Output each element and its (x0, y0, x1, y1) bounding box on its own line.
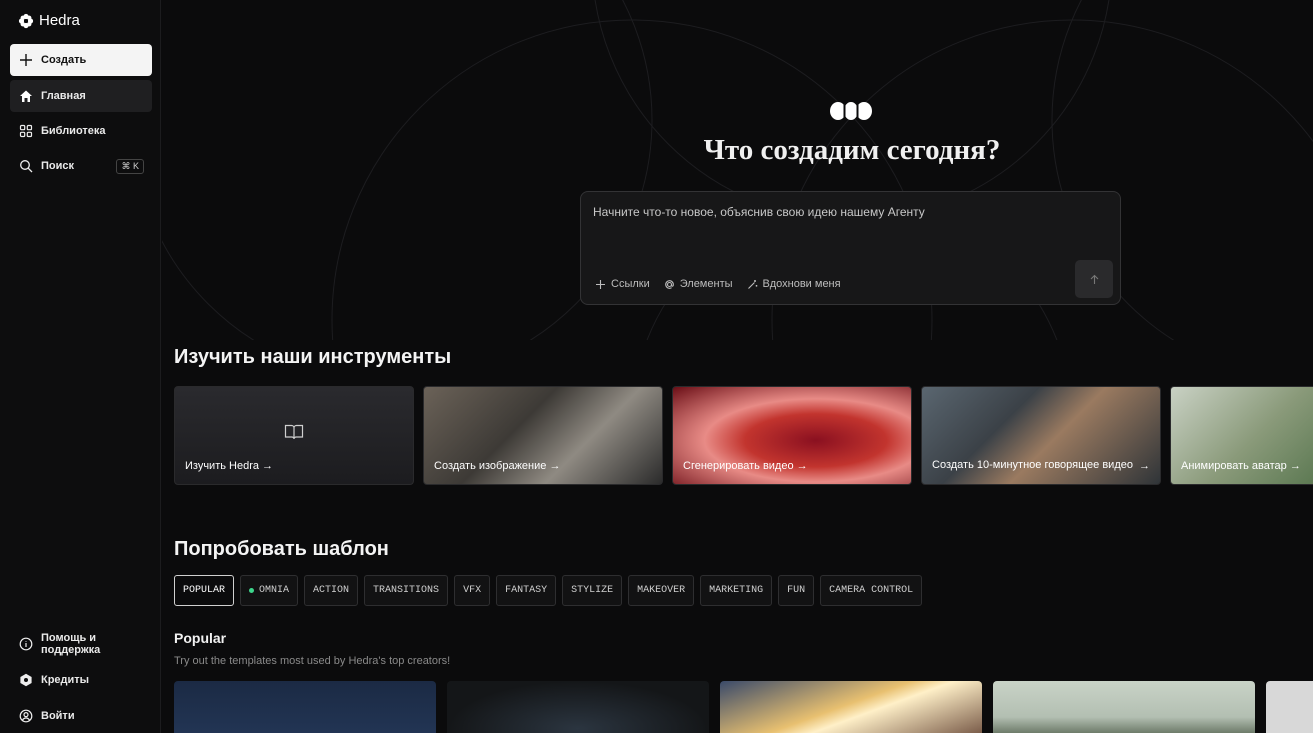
template-thumbnails (174, 681, 1313, 733)
plus-icon (596, 279, 605, 289)
links-label: Ссылки (611, 278, 650, 290)
tool-cards: Изучить Hedra → Создать изображение → Сг… (174, 386, 1313, 485)
tool-card-talking-video[interactable]: Создать 10-минутное говорящее видео → (921, 386, 1161, 485)
send-button[interactable] (1075, 260, 1113, 298)
brand[interactable]: Hedra (18, 12, 80, 29)
chip-fun[interactable]: FUN (778, 575, 815, 606)
sidebar-item-label: Помощь и поддержка (41, 632, 101, 656)
chip-makeover[interactable]: MAKEOVER (628, 575, 695, 606)
sidebar-item-login[interactable]: Войти (10, 700, 152, 732)
status-dot (249, 588, 255, 593)
home-icon (20, 90, 32, 102)
chip-label: CAMERA CONTROL (829, 585, 914, 596)
inspire-label: Вдохнови меня (762, 278, 841, 290)
tool-card-video[interactable]: Сгенерировать видео → (672, 386, 912, 485)
links-button[interactable]: Ссылки (595, 278, 650, 290)
book-open-icon (284, 424, 304, 440)
create-label: Создать (41, 54, 87, 66)
template-thumbnail[interactable] (720, 681, 982, 733)
tool-card-learn[interactable]: Изучить Hedra → (174, 386, 414, 485)
brand-name: Hedra (39, 12, 80, 29)
credits-icon (20, 673, 32, 687)
sidebar-item-help[interactable]: Помощь и поддержка (10, 628, 152, 660)
template-thumbnail[interactable] (174, 681, 436, 733)
chip-label: TRANSITIONS (373, 585, 440, 596)
chip-label: MARKETING (709, 585, 764, 596)
sidebar-item-search[interactable]: Поиск ⌘ K (10, 150, 152, 182)
info-icon (19, 637, 33, 651)
sidebar-item-home[interactable]: Главная (10, 80, 152, 112)
popular-subtitle: Try out the templates most used by Hedra… (174, 655, 451, 667)
chip-marketing[interactable]: MARKETING (700, 575, 773, 606)
chip-label: OMNIA (259, 585, 290, 596)
arrow-up-icon (1090, 274, 1098, 284)
elements-label: Элементы (679, 278, 733, 290)
sidebar-item-label: Войти (41, 710, 75, 722)
inspire-button[interactable]: Вдохнови меня (747, 278, 841, 290)
search-shortcut-badge: ⌘ K (116, 159, 144, 174)
sidebar-item-label: Главная (41, 90, 86, 102)
sidebar-item-label: Кредиты (41, 674, 90, 686)
sidebar-item-label: Поиск (41, 160, 75, 172)
chip-camera-control[interactable]: CAMERA CONTROL (820, 575, 923, 606)
chip-label: POPULAR (183, 585, 226, 596)
chip-label: MAKEOVER (637, 585, 686, 596)
hedra-mark-icon (830, 102, 872, 120)
chip-vfx[interactable]: VFX (454, 575, 491, 606)
prompt-box: Ссылки Элементы Вдохнови меня (580, 191, 1121, 305)
chip-label: STYLIZE (571, 585, 614, 596)
prompt-input[interactable] (593, 205, 1093, 219)
card-label: Создать изображение → (434, 460, 561, 472)
template-thumbnail[interactable] (993, 681, 1255, 733)
chip-fantasy[interactable]: FANTASY (496, 575, 557, 606)
sidebar-item-label: Библиотека (41, 125, 106, 137)
chip-label: VFX (463, 585, 482, 596)
prompt-tools: Ссылки Элементы Вдохнови меня (595, 278, 841, 290)
search-icon (20, 160, 33, 173)
grid-icon (19, 124, 33, 138)
popular-title: Popular (174, 630, 227, 646)
card-label: Изучить Hedra → (185, 460, 274, 472)
sidebar: Hedra Создать Главная Библиотека Поиск ⌘… (0, 0, 161, 733)
card-arrow: → (1139, 460, 1150, 472)
tool-card-image[interactable]: Создать изображение → (423, 386, 663, 485)
chip-stylize[interactable]: STYLIZE (562, 575, 623, 606)
elements-button[interactable]: Элементы (664, 278, 733, 290)
chip-label: ACTION (313, 585, 350, 596)
chip-label: FANTASY (505, 585, 548, 596)
chip-omnia[interactable]: OMNIA (240, 575, 299, 606)
main-content: Что создадим сегодня? Ссылки Элементы Вд… (162, 0, 1313, 733)
sidebar-item-library[interactable]: Библиотека (10, 115, 152, 147)
template-thumbnail[interactable] (447, 681, 709, 733)
create-button[interactable]: Создать (10, 44, 152, 76)
chip-popular[interactable]: POPULAR (174, 575, 235, 606)
plus-icon (20, 54, 32, 66)
templates-section-title: Попробовать шаблон (174, 538, 389, 560)
template-thumbnail[interactable] (1266, 681, 1313, 733)
hero-title: Что создадим сегодня? (703, 134, 1001, 166)
at-icon (664, 279, 674, 289)
tool-card-avatar[interactable]: Анимировать аватар → (1170, 386, 1313, 485)
template-filter-chips: POPULAR OMNIA ACTION TRANSITIONS VFX FAN… (174, 575, 923, 606)
card-label: Сгенерировать видео → (683, 460, 808, 472)
chip-transitions[interactable]: TRANSITIONS (364, 575, 449, 606)
sidebar-item-credits[interactable]: Кредиты (10, 664, 152, 696)
tools-section-title: Изучить наши инструменты (174, 346, 452, 368)
magic-wand-icon (747, 279, 757, 289)
card-label: Создать 10-минутное говорящее видео (932, 459, 1133, 471)
chip-label: FUN (787, 585, 806, 596)
user-circle-icon (19, 709, 33, 723)
chip-action[interactable]: ACTION (304, 575, 359, 606)
card-label: Анимировать аватар → (1181, 460, 1301, 472)
hedra-logo-icon (18, 13, 34, 28)
